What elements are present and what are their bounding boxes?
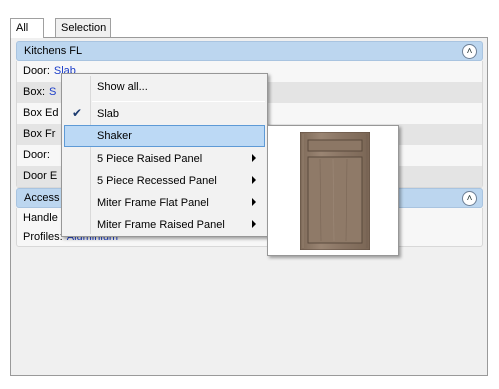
collapse-group-button[interactable]: ˄ (462, 44, 477, 59)
submenu-arrow-icon (252, 198, 256, 206)
collapse-group-button[interactable]: ˄ (462, 191, 477, 206)
door-preview-tooltip (267, 125, 399, 256)
double-chevron-up-icon: ˄ (466, 46, 473, 57)
tab-selection-label: Selection (61, 22, 107, 34)
tab-all-label: All (16, 22, 29, 34)
menu-item-label: Miter Frame Flat Panel (97, 197, 209, 209)
checkmark-icon: ✔ (72, 106, 83, 120)
menu-item-miter-frame-flat-panel[interactable]: Miter Frame Flat Panel (64, 192, 265, 214)
menu-item-5-piece-raised-panel[interactable]: 5 Piece Raised Panel (64, 148, 265, 170)
property-label: Box: (23, 86, 46, 98)
tab-all[interactable]: All (10, 18, 44, 38)
group-header-kitchens[interactable]: Kitchens FL ˄ (16, 41, 483, 61)
property-label: Door: (23, 149, 50, 161)
submenu-arrow-icon (252, 154, 256, 162)
tab-selection[interactable]: Selection (55, 18, 111, 37)
property-label: Box Fr (23, 128, 56, 140)
menu-item-miter-frame-raised-panel[interactable]: Miter Frame Raised Panel (64, 214, 265, 236)
property-label: Box Ed (23, 107, 59, 119)
group-title: Access (24, 192, 60, 204)
property-label: Door E (23, 170, 58, 182)
menu-item-show-all[interactable]: Show all... (64, 76, 265, 98)
door-style-context-menu: Show all... ✔ Slab Shaker 5 Piece Raised… (61, 73, 268, 237)
menu-separator (92, 101, 265, 102)
property-label: Profiles: (23, 231, 63, 243)
menu-item-label: Shaker (97, 130, 132, 142)
double-chevron-up-icon: ˄ (466, 193, 473, 204)
submenu-arrow-icon (252, 176, 256, 184)
menu-item-shaker[interactable]: Shaker (64, 125, 265, 147)
menu-item-label: 5 Piece Raised Panel (97, 153, 203, 165)
menu-item-label: Slab (97, 108, 120, 120)
menu-item-slab[interactable]: ✔ Slab (64, 103, 265, 125)
shaker-door-preview-icon (300, 132, 370, 250)
property-label: Door: (23, 65, 50, 77)
property-value[interactable]: S (49, 86, 56, 98)
menu-item-5-piece-recessed-panel[interactable]: 5 Piece Recessed Panel (64, 170, 265, 192)
menu-item-label: 5 Piece Recessed Panel (97, 175, 217, 187)
menu-item-label: Show all... (97, 81, 148, 93)
property-label: Handle (23, 212, 58, 224)
group-title: Kitchens FL (24, 45, 83, 57)
menu-item-label: Miter Frame Raised Panel (97, 219, 225, 231)
submenu-arrow-icon (252, 220, 256, 228)
